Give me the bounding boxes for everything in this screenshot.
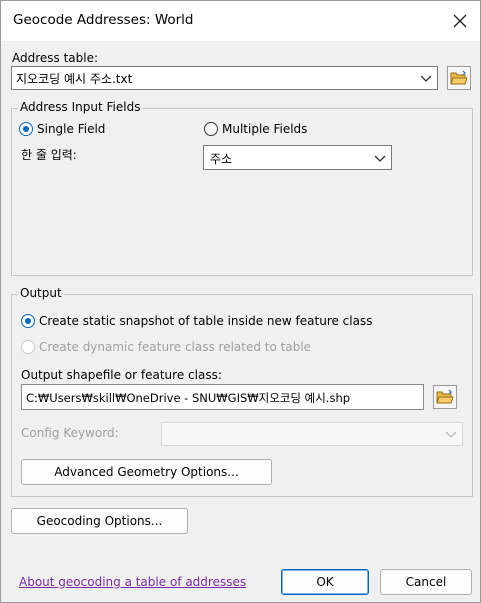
browse-address-table-button[interactable] [447,66,471,90]
help-link[interactable]: About geocoding a table of addresses [19,575,246,589]
ok-button[interactable]: OK [281,569,369,595]
advanced-geometry-options-button[interactable]: Advanced Geometry Options... [21,459,272,485]
one-line-field-value: 주소 [210,152,233,166]
cancel-button[interactable]: Cancel [380,569,472,595]
chevron-down-icon [420,75,432,82]
static-snapshot-label[interactable]: Create static snapshot of table inside n… [39,314,372,328]
close-icon [453,14,467,28]
chevron-down-icon [374,155,386,162]
multiple-fields-radio[interactable] [204,122,218,136]
static-snapshot-radio[interactable] [21,314,35,328]
one-line-field-combo[interactable]: 주소 [203,145,392,170]
output-shapefile-label: Output shapefile or feature class: [21,368,222,382]
browse-output-button[interactable] [433,385,457,409]
output-shapefile-input[interactable]: C:₩Users₩skill₩OneDrive - SNU₩GIS₩지오코딩 예… [21,384,424,410]
address-table-label: Address table: [12,51,99,65]
address-input-fields-legend: Address Input Fields [18,100,143,114]
dynamic-feature-class-label: Create dynamic feature class related to … [39,340,312,354]
close-button[interactable] [444,5,476,37]
dynamic-feature-class-radio [21,340,35,354]
geocoding-options-button[interactable]: Geocoding Options... [11,508,188,534]
open-folder-icon [450,70,468,85]
config-keyword-label: Config Keyword: [21,426,119,440]
config-keyword-combo [161,422,463,446]
title-bar[interactable]: Geocode Addresses: World [1,1,480,41]
geocode-dialog: Geocode Addresses: World Address table: … [0,0,481,603]
single-field-label[interactable]: Single Field [37,122,105,136]
address-table-value: 지오코딩 예시 주소.txt [16,72,133,86]
output-legend: Output [18,286,64,300]
output-shapefile-value: C:₩Users₩skill₩OneDrive - SNU₩GIS₩지오코딩 예… [26,391,351,405]
chevron-down-icon [445,431,457,438]
open-folder-icon [436,389,454,404]
multiple-fields-label[interactable]: Multiple Fields [222,122,307,136]
window-title: Geocode Addresses: World [13,12,194,28]
one-line-input-label: 한 줄 입력: [21,148,77,162]
address-table-combo[interactable]: 지오코딩 예시 주소.txt [11,66,438,90]
single-field-radio[interactable] [19,122,33,136]
